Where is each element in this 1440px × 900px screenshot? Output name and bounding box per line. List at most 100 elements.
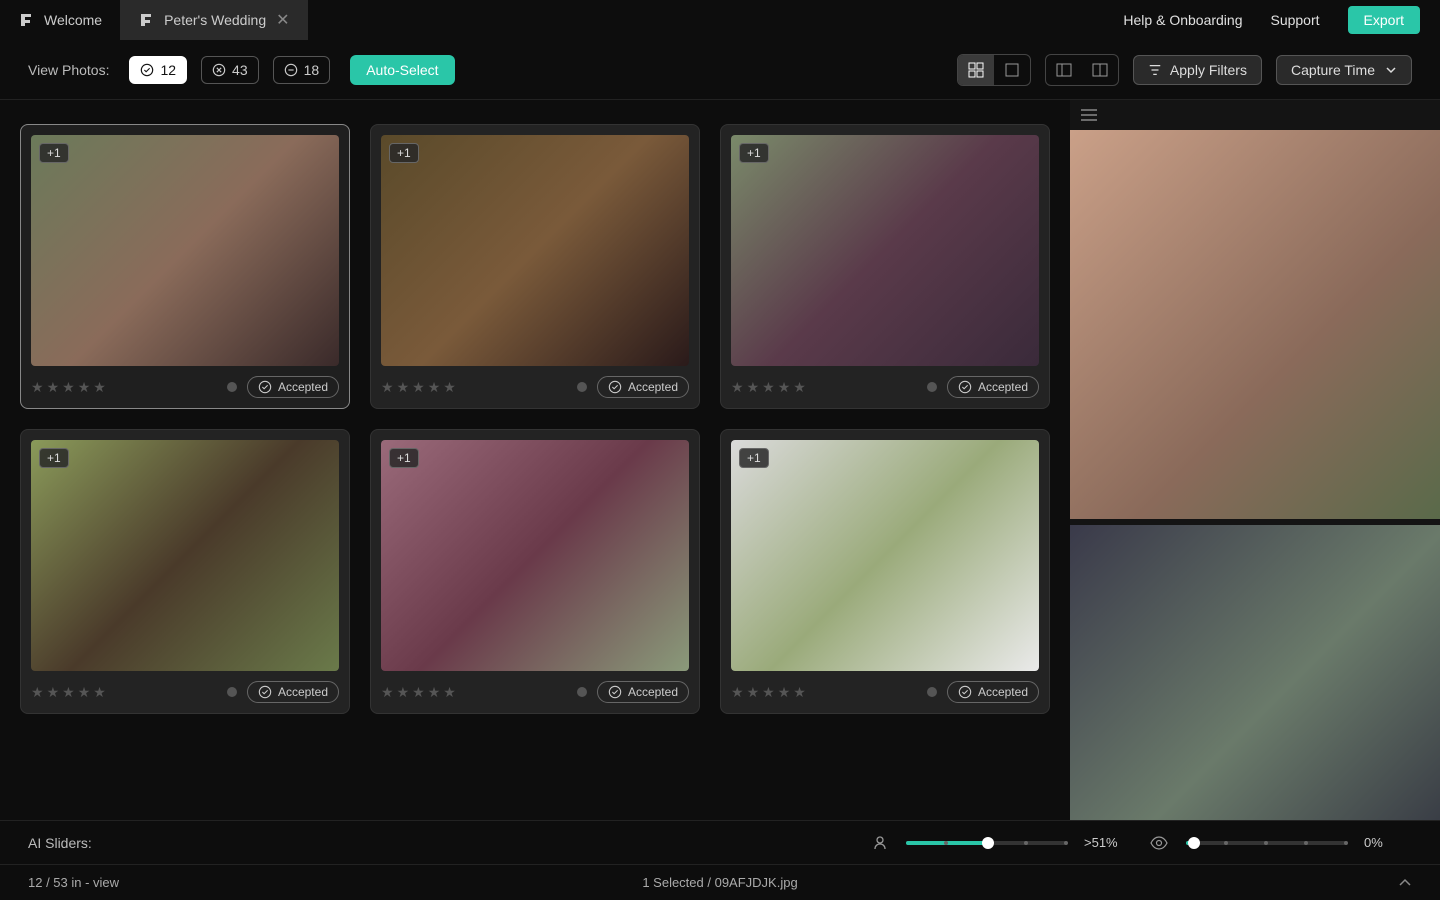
apply-filters-button[interactable]: Apply Filters	[1133, 55, 1262, 85]
color-label-dot[interactable]	[577, 382, 587, 392]
preview-image[interactable]	[1070, 130, 1440, 519]
view-mode-compare-group	[1045, 54, 1119, 86]
photo-card[interactable]: +1 ★ ★ ★ ★ ★ Accepted	[20, 429, 350, 714]
filter-accepted[interactable]: 12	[129, 56, 187, 84]
x-circle-icon	[212, 63, 226, 77]
star-icon[interactable]: ★	[93, 684, 106, 701]
tab-label: Peter's Wedding	[164, 12, 266, 28]
star-icon[interactable]: ★	[793, 379, 806, 396]
view-compare-split-button[interactable]	[1082, 55, 1118, 85]
star-icon[interactable]: ★	[381, 684, 394, 701]
status-pill[interactable]: Accepted	[947, 681, 1039, 703]
photo-card[interactable]: +1 ★ ★ ★ ★ ★ Accepted	[370, 429, 700, 714]
minus-circle-icon	[284, 63, 298, 77]
star-icon[interactable]: ★	[31, 684, 44, 701]
view-compare-left-button[interactable]	[1046, 55, 1082, 85]
photo-card[interactable]: +1 ★ ★ ★ ★ ★ Accepted	[20, 124, 350, 409]
star-icon[interactable]: ★	[397, 379, 410, 396]
tab-project[interactable]: Peter's Wedding ✕	[120, 0, 307, 40]
status-pill[interactable]: Accepted	[247, 681, 339, 703]
filter-icon	[1148, 63, 1162, 77]
export-button[interactable]: Export	[1348, 6, 1420, 34]
star-icon[interactable]: ★	[62, 379, 75, 396]
star-icon[interactable]: ★	[731, 379, 744, 396]
auto-select-button[interactable]: Auto-Select	[350, 55, 454, 85]
view-mode-grid-group	[957, 54, 1031, 86]
photo-thumbnail[interactable]: +1	[381, 135, 689, 366]
photo-thumbnail[interactable]: +1	[31, 440, 339, 671]
card-footer: ★ ★ ★ ★ ★ Accepted	[381, 366, 689, 398]
status-pill[interactable]: Accepted	[947, 376, 1039, 398]
photo-thumbnail[interactable]: +1	[731, 440, 1039, 671]
star-icon[interactable]: ★	[793, 684, 806, 701]
status-pill[interactable]: Accepted	[247, 376, 339, 398]
star-icon[interactable]: ★	[47, 684, 60, 701]
status-pill[interactable]: Accepted	[597, 681, 689, 703]
photo-thumbnail[interactable]: +1	[31, 135, 339, 366]
star-icon[interactable]: ★	[762, 684, 775, 701]
view-single-button[interactable]	[994, 55, 1030, 85]
star-icon[interactable]: ★	[62, 684, 75, 701]
star-icon[interactable]: ★	[731, 684, 744, 701]
photo-grid: +1 ★ ★ ★ ★ ★ Accepted +1 ★	[0, 100, 1070, 820]
star-icon[interactable]: ★	[762, 379, 775, 396]
card-footer: ★ ★ ★ ★ ★ Accepted	[731, 671, 1039, 703]
star-icon[interactable]: ★	[443, 379, 456, 396]
star-icon[interactable]: ★	[31, 379, 44, 396]
status-pill[interactable]: Accepted	[597, 376, 689, 398]
filter-rejected[interactable]: 43	[201, 56, 259, 84]
star-icon[interactable]: ★	[428, 379, 441, 396]
visibility-slider-value: 0%	[1364, 835, 1412, 850]
card-footer: ★ ★ ★ ★ ★ Accepted	[31, 366, 339, 398]
star-rating[interactable]: ★ ★ ★ ★ ★	[731, 684, 806, 701]
star-icon[interactable]: ★	[412, 684, 425, 701]
photo-thumbnail[interactable]: +1	[381, 440, 689, 671]
star-rating[interactable]: ★ ★ ★ ★ ★	[31, 379, 106, 396]
star-icon[interactable]: ★	[78, 379, 91, 396]
view-grid-button[interactable]	[958, 55, 994, 85]
star-icon[interactable]: ★	[381, 379, 394, 396]
star-rating[interactable]: ★ ★ ★ ★ ★	[381, 379, 456, 396]
star-icon[interactable]: ★	[397, 684, 410, 701]
chevron-up-icon[interactable]	[1398, 876, 1412, 890]
panel-toggle-icon[interactable]	[1070, 100, 1440, 130]
filter-untagged[interactable]: 18	[273, 56, 331, 84]
color-label-dot[interactable]	[577, 687, 587, 697]
support-link[interactable]: Support	[1270, 12, 1319, 28]
preview-image[interactable]	[1070, 525, 1440, 821]
star-icon[interactable]: ★	[747, 379, 760, 396]
star-icon[interactable]: ★	[412, 379, 425, 396]
stack-badge: +1	[39, 448, 69, 468]
help-link[interactable]: Help & Onboarding	[1123, 12, 1242, 28]
close-icon[interactable]: ✕	[276, 10, 289, 30]
card-footer: ★ ★ ★ ★ ★ Accepted	[731, 366, 1039, 398]
photo-thumbnail[interactable]: +1	[731, 135, 1039, 366]
check-circle-icon	[258, 380, 272, 394]
accepted-count: 12	[160, 62, 176, 78]
star-icon[interactable]: ★	[443, 684, 456, 701]
preview-stack	[1070, 130, 1440, 820]
tab-welcome[interactable]: Welcome	[0, 0, 120, 40]
color-label-dot[interactable]	[927, 382, 937, 392]
person-slider[interactable]	[906, 841, 1066, 845]
color-label-dot[interactable]	[227, 687, 237, 697]
card-footer: ★ ★ ★ ★ ★ Accepted	[31, 671, 339, 703]
star-rating[interactable]: ★ ★ ★ ★ ★	[381, 684, 456, 701]
star-icon[interactable]: ★	[47, 379, 60, 396]
sort-dropdown[interactable]: Capture Time	[1276, 55, 1412, 85]
color-label-dot[interactable]	[227, 382, 237, 392]
star-rating[interactable]: ★ ★ ★ ★ ★	[731, 379, 806, 396]
status-label: Accepted	[628, 380, 678, 394]
star-icon[interactable]: ★	[428, 684, 441, 701]
photo-card[interactable]: +1 ★ ★ ★ ★ ★ Accepted	[370, 124, 700, 409]
star-icon[interactable]: ★	[78, 684, 91, 701]
photo-card[interactable]: +1 ★ ★ ★ ★ ★ Accepted	[720, 429, 1050, 714]
color-label-dot[interactable]	[927, 687, 937, 697]
photo-card[interactable]: +1 ★ ★ ★ ★ ★ Accepted	[720, 124, 1050, 409]
visibility-slider[interactable]	[1186, 841, 1346, 845]
star-icon[interactable]: ★	[93, 379, 106, 396]
star-rating[interactable]: ★ ★ ★ ★ ★	[31, 684, 106, 701]
star-icon[interactable]: ★	[778, 379, 791, 396]
star-icon[interactable]: ★	[778, 684, 791, 701]
star-icon[interactable]: ★	[747, 684, 760, 701]
